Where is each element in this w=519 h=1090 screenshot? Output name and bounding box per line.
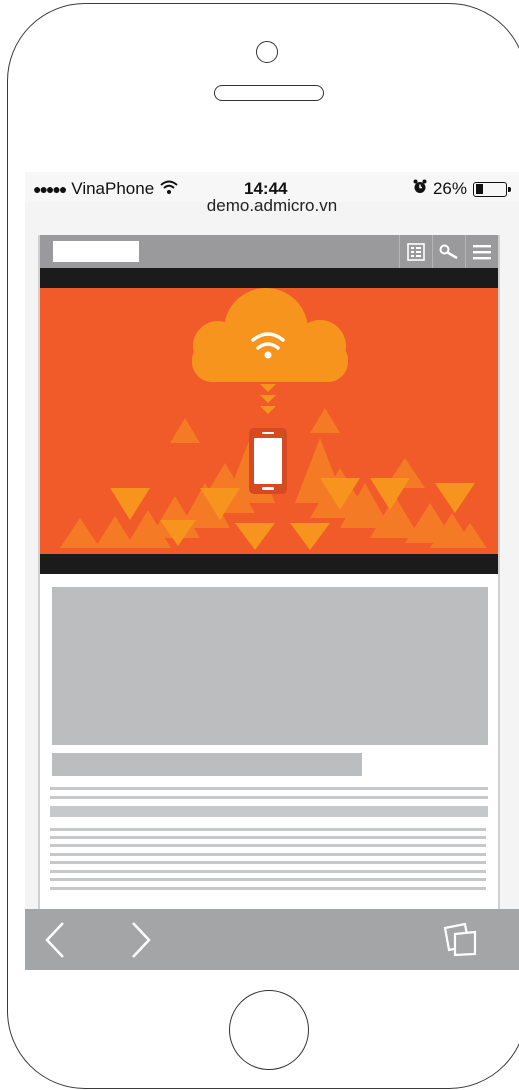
banner-bottom-bar [40, 554, 498, 574]
battery-icon [473, 181, 511, 197]
text-line [50, 887, 486, 890]
text-line [50, 796, 488, 799]
header-icons [399, 235, 498, 268]
signal-strength-icon: ●●●●● [33, 181, 67, 197]
back-arrow-icon[interactable] [43, 921, 67, 964]
site-header [40, 235, 498, 268]
text-line [50, 806, 488, 817]
text-line [50, 870, 486, 873]
address-bar[interactable]: demo.admicro.vn [25, 196, 519, 216]
browser-toolbar [25, 909, 519, 970]
battery-tip [508, 186, 511, 192]
tabs-icon[interactable] [439, 922, 481, 963]
text-line [50, 836, 486, 839]
earpiece-speaker [214, 85, 324, 101]
forward-arrow-icon[interactable] [129, 921, 153, 964]
hero-banner[interactable] [40, 288, 498, 554]
phone-screen: ●●●●● VinaPhone 14:44 26% demo.admicro.v… [25, 172, 519, 970]
site-logo[interactable] [53, 241, 139, 262]
web-page [38, 235, 500, 909]
text-line [50, 844, 486, 847]
text-line [50, 861, 486, 864]
text-line [50, 853, 486, 856]
text-line [50, 878, 486, 881]
home-button[interactable] [229, 990, 309, 1070]
text-line [50, 828, 486, 831]
title-placeholder[interactable] [52, 753, 362, 776]
battery-level [475, 184, 483, 194]
banner-top-bar [40, 268, 498, 288]
text-line [50, 787, 488, 790]
hamburger-menu-icon[interactable] [465, 235, 498, 268]
list-view-icon[interactable] [399, 235, 432, 268]
search-icon[interactable] [432, 235, 465, 268]
front-camera [256, 41, 278, 63]
image-placeholder[interactable] [52, 587, 488, 745]
hero-illustration [60, 288, 487, 550]
